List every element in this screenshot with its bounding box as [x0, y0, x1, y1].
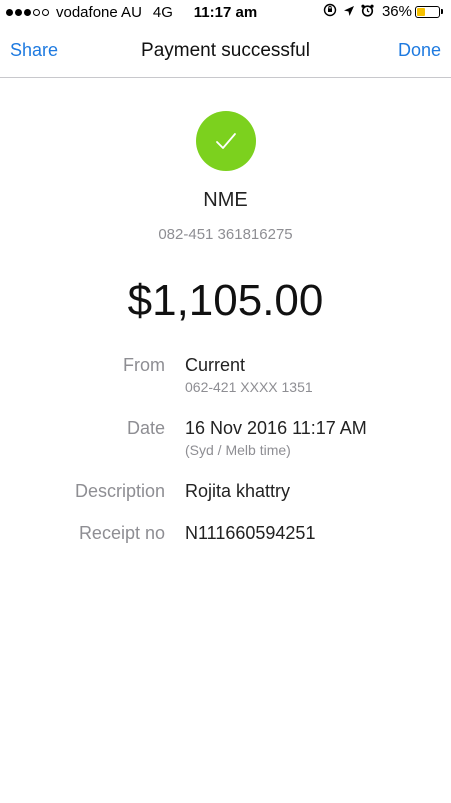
battery-tip — [441, 9, 443, 14]
battery-level — [417, 7, 425, 16]
battery-percent: 36% — [381, 3, 412, 20]
payment-amount: $1,105.00 — [127, 276, 324, 325]
from-value: Current — [185, 355, 246, 375]
location-arrow-icon — [343, 4, 355, 20]
battery-icon — [415, 5, 440, 18]
navigation-bar: Share Payment successful Done — [0, 26, 451, 78]
description-value: Rojita khattry — [185, 481, 291, 501]
status-bar: vodafone AU 4G 11:17 am 36% — [0, 0, 451, 26]
alarm-clock-icon — [361, 4, 374, 20]
date-value: 16 Nov 2016 11:17 AM — [185, 418, 367, 438]
status-bar-right: 36% — [317, 3, 443, 20]
payee-name: NME — [203, 189, 248, 211]
checkmark-icon — [216, 133, 236, 149]
receipt-number: N111660594251 — [185, 523, 316, 543]
date-label: Date — [126, 418, 165, 438]
from-label: From — [123, 355, 165, 375]
done-button[interactable]: Done — [398, 40, 441, 61]
from-account-number: 062-421 XXXX 1351 — [185, 379, 313, 395]
receipt-label: Receipt no — [78, 523, 165, 543]
rotation-lock-icon — [323, 3, 337, 20]
payee-account-number: 082-451 361816275 — [158, 226, 293, 243]
date-timezone-note: (Syd / Melb time) — [185, 442, 291, 458]
success-checkmark-icon — [196, 111, 256, 171]
description-label: Description — [74, 481, 165, 501]
page-title: Payment successful — [141, 40, 310, 61]
